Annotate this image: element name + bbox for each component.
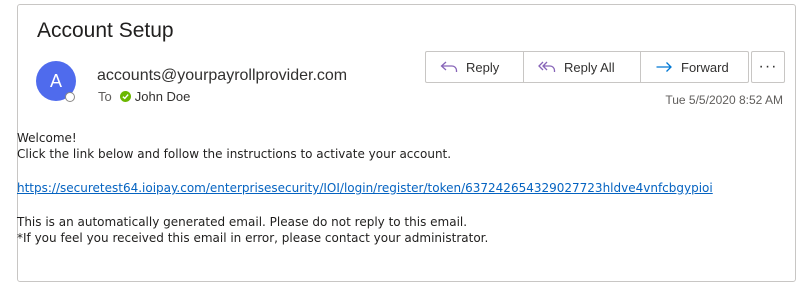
reply-all-label: Reply All [564,59,615,75]
recipient-name[interactable]: John Doe [135,89,191,104]
reply-label: Reply [466,59,500,75]
sender-address[interactable]: accounts@yourpayrollprovider.com [97,67,347,85]
email-subject: Account Setup [37,19,174,42]
recipient-line: To John Doe [98,89,190,104]
email-body: Welcome! Click the link below and follow… [17,130,795,246]
forward-label: Forward [681,59,729,75]
sent-date: Tue 5/5/2020 8:52 AM [665,93,783,107]
reply-button[interactable]: Reply [426,52,524,82]
message-actions: Reply Reply All Forward [425,51,749,83]
activation-link[interactable]: https://securetest64.ioipay.com/enterpri… [17,181,713,195]
presence-status-icon [65,92,75,102]
instructions-text: Click the link below and follow the inst… [17,147,452,161]
to-label: To [98,89,112,104]
more-actions-button[interactable]: ··· [751,51,785,83]
forward-button[interactable]: Forward [641,52,748,82]
reply-icon [440,60,458,74]
available-check-icon [119,91,131,102]
more-icon: ··· [758,58,778,75]
auto-notice-text: This is an automatically generated email… [17,215,468,229]
reply-all-button[interactable]: Reply All [524,52,641,82]
footer-text: *If you feel you received this email in … [17,231,489,245]
greeting-text: Welcome! [17,131,77,145]
avatar-initial: A [49,70,62,91]
reply-all-icon [538,60,556,74]
forward-arrow-icon [655,60,673,74]
